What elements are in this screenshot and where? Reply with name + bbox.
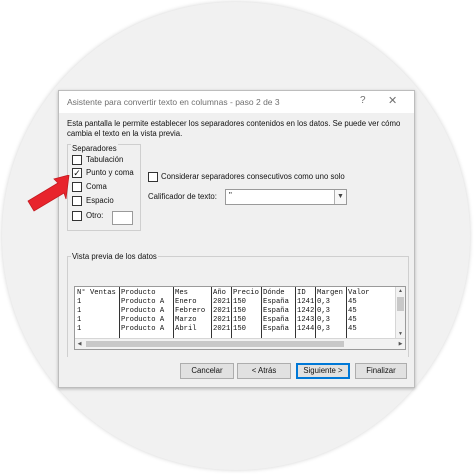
preview-header-cell: Margen <box>317 289 343 297</box>
preview-cell: 150 <box>233 307 246 315</box>
tab-checkbox[interactable] <box>72 155 82 165</box>
preview-cell: Abril <box>175 325 197 333</box>
text-to-columns-wizard-dialog: Asistente para convertir texto en column… <box>58 90 415 388</box>
text-qualifier-value: " <box>229 191 232 200</box>
preview-header-cell: Año <box>213 289 226 297</box>
space-checkbox[interactable] <box>72 196 82 206</box>
close-button[interactable]: ✕ <box>388 94 397 107</box>
preview-cell: 2021 <box>213 298 231 306</box>
consecutive-separators-checkbox[interactable] <box>148 172 158 182</box>
column-divider[interactable] <box>211 287 212 338</box>
preview-cell: 0,3 <box>317 307 330 315</box>
other-checkbox[interactable] <box>72 211 82 221</box>
scroll-right-icon[interactable]: ▶ <box>396 339 405 349</box>
dialog-title: Asistente para convertir texto en column… <box>67 97 280 107</box>
preview-header-cell: Valor <box>348 289 370 297</box>
separators-legend: Separadores <box>71 144 118 153</box>
preview-cell: Producto A <box>121 316 165 324</box>
preview-cell: Producto A <box>121 325 165 333</box>
preview-cell: 1241 <box>297 298 315 306</box>
text-qualifier-select[interactable]: " ▼ <box>225 189 347 205</box>
preview-cell: 150 <box>233 298 246 306</box>
preview-cell: 2021 <box>213 316 231 324</box>
preview-cell: Marzo <box>175 316 197 324</box>
text-qualifier-label: Calificador de texto: <box>148 192 217 201</box>
column-divider[interactable] <box>231 287 232 338</box>
preview-cell: 2021 <box>213 307 231 315</box>
preview-cell: España <box>263 298 289 306</box>
preview-legend: Vista previa de los datos <box>71 252 158 261</box>
space-label: Espacio <box>86 196 114 205</box>
chevron-down-icon[interactable]: ▼ <box>334 190 346 204</box>
scroll-up-icon[interactable]: ▲ <box>396 287 405 295</box>
preview-cell: Febrero <box>175 307 206 315</box>
column-divider[interactable] <box>261 287 262 338</box>
preview-header-cell: Precio <box>233 289 259 297</box>
preview-cell: 1 <box>77 298 82 306</box>
preview-cell: 45 <box>348 307 357 315</box>
preview-grid: N° Ventas 1 1 1 1 Producto Producto A Producto … <box>75 287 405 338</box>
semicolon-checkbox[interactable]: ✓ <box>72 168 82 178</box>
column-divider[interactable] <box>119 287 120 338</box>
preview-header-cell: Dónde <box>263 289 285 297</box>
preview-cell: España <box>263 316 289 324</box>
scroll-down-icon[interactable]: ▼ <box>396 330 405 338</box>
finish-button[interactable]: Finalizar <box>355 363 407 379</box>
comma-checkbox[interactable] <box>72 182 82 192</box>
preview-cell: 0,3 <box>317 298 330 306</box>
preview-cell: 1243 <box>297 316 315 324</box>
data-preview[interactable]: N° Ventas 1 1 1 1 Producto Producto A Producto … <box>74 286 406 350</box>
preview-cell: 0,3 <box>317 325 330 333</box>
preview-cell: 0,3 <box>317 316 330 324</box>
vertical-scroll-thumb[interactable] <box>397 297 404 311</box>
preview-cell: 1 <box>77 316 82 324</box>
preview-cell: 1244 <box>297 325 315 333</box>
preview-header-cell: N° Ventas <box>77 289 116 297</box>
other-label: Otro: <box>86 211 104 220</box>
next-button[interactable]: Siguiente > <box>296 363 350 379</box>
scroll-left-icon[interactable]: ◀ <box>75 339 84 349</box>
preview-header-cell: Producto <box>121 289 156 297</box>
preview-cell: 45 <box>348 316 357 324</box>
column-divider[interactable] <box>173 287 174 338</box>
back-button[interactable]: < Atrás <box>237 363 291 379</box>
horizontal-scrollbar[interactable]: ◀ ▶ <box>75 338 405 349</box>
column-divider[interactable] <box>346 287 347 338</box>
preview-cell: España <box>263 325 289 333</box>
preview-cell: 45 <box>348 325 357 333</box>
cancel-button[interactable]: Cancelar <box>180 363 234 379</box>
other-separator-input[interactable] <box>112 211 133 225</box>
help-button[interactable]: ? <box>360 95 366 106</box>
comma-label: Coma <box>86 182 107 191</box>
tab-label: Tabulación <box>86 155 124 164</box>
column-divider[interactable] <box>295 287 296 338</box>
pointer-arrow-icon <box>27 175 70 212</box>
preview-cell: 1 <box>77 307 82 315</box>
preview-cell: Enero <box>175 298 197 306</box>
preview-cell: 45 <box>348 298 357 306</box>
preview-cell: 150 <box>233 316 246 324</box>
preview-cell: 1242 <box>297 307 315 315</box>
title-bar: Asistente para convertir texto en column… <box>59 91 414 113</box>
vertical-scrollbar[interactable]: ▲ ▼ <box>395 287 405 338</box>
wizard-description: Esta pantalla le permite establecer los … <box>67 119 401 138</box>
preview-header-cell: ID <box>297 289 306 297</box>
preview-cell: 2021 <box>213 325 231 333</box>
preview-header-cell: Mes <box>175 289 188 297</box>
semicolon-label: Punto y coma <box>86 168 134 177</box>
preview-cell: 150 <box>233 325 246 333</box>
preview-cell: España <box>263 307 289 315</box>
preview-cell: Producto A <box>121 307 165 315</box>
preview-cell: Producto A <box>121 298 165 306</box>
consecutive-separators-label: Considerar separadores consecutivos como… <box>161 172 345 181</box>
column-divider[interactable] <box>315 287 316 338</box>
horizontal-scroll-thumb[interactable] <box>86 341 344 347</box>
preview-cell: 1 <box>77 325 82 333</box>
